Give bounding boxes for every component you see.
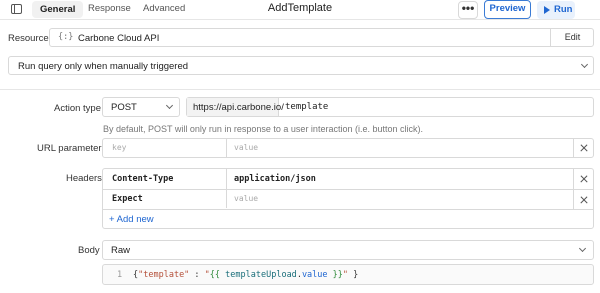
body-code-line: {"template" : "{{ templateUpload.value }… xyxy=(133,270,359,280)
resource-api-icon: {:} xyxy=(58,32,74,42)
trigger-mode-value: Run query only when manually triggered xyxy=(18,61,189,72)
chevron-down-icon xyxy=(580,60,589,69)
body-type-select[interactable]: Raw xyxy=(102,240,594,260)
trigger-mode-select[interactable]: Run query only when manually triggered xyxy=(8,56,594,75)
tab-response[interactable]: Response xyxy=(80,0,139,18)
run-button-label: Run xyxy=(554,4,573,15)
body-label: Body xyxy=(78,245,100,256)
body-code-editor[interactable]: 1 {"template" : "{{ templateUpload.value… xyxy=(102,264,594,285)
add-header-link[interactable]: + Add new xyxy=(109,214,154,225)
url-param-key-input[interactable]: key xyxy=(112,143,126,152)
resource-select[interactable]: {:} Carbone Cloud API Edit xyxy=(49,28,594,47)
chevron-down-icon xyxy=(165,101,174,110)
remove-header-close-icon[interactable] xyxy=(573,169,594,189)
remove-header-close-icon[interactable] xyxy=(573,190,594,209)
base-url-text: https://api.carbone.io/ xyxy=(193,102,284,113)
play-icon xyxy=(544,6,550,14)
headers-table: Content-Type application/json Expect val… xyxy=(102,168,594,229)
method-select[interactable]: POST xyxy=(102,97,180,117)
url-input[interactable]: https://api.carbone.io/ template xyxy=(186,97,594,117)
header-row: Content-Type application/json xyxy=(103,169,593,189)
action-type-label: Action type xyxy=(54,103,101,114)
panel-toggle-icon[interactable] xyxy=(11,4,22,14)
tab-advanced[interactable]: Advanced xyxy=(135,0,193,18)
header-row: Expect value xyxy=(103,190,593,209)
more-options-button[interactable]: ••• xyxy=(458,1,478,19)
url-path-value[interactable]: template xyxy=(285,102,328,112)
tab-general[interactable]: General xyxy=(32,1,84,18)
header-key-input[interactable]: Content-Type xyxy=(112,174,173,184)
header-value-input[interactable]: application/json xyxy=(234,174,316,184)
header-value-input[interactable]: value xyxy=(234,194,258,203)
preview-button[interactable]: Preview xyxy=(484,0,531,19)
method-hint: By default, POST will only run in respon… xyxy=(103,124,423,134)
url-parameters-row: key value xyxy=(102,138,594,158)
header-key-input[interactable]: Expect xyxy=(112,194,143,204)
resource-name: Carbone Cloud API xyxy=(78,33,160,44)
resource-edit-button[interactable]: Edit xyxy=(550,29,594,46)
url-param-value-input[interactable]: value xyxy=(234,143,258,152)
query-toolbar: General Response Advanced AddTemplate ••… xyxy=(0,0,600,20)
headers-label: Headers xyxy=(66,173,102,184)
line-number: 1 xyxy=(117,270,123,280)
remove-url-param-close-icon[interactable] xyxy=(573,139,594,157)
chevron-down-icon xyxy=(578,244,587,253)
url-parameters-label: URL parameters xyxy=(37,143,107,154)
resource-label: Resource xyxy=(8,33,49,44)
base-url-prefix: https://api.carbone.io/ xyxy=(187,98,284,116)
method-value: POST xyxy=(111,102,137,113)
body-type-value: Raw xyxy=(111,245,131,256)
run-button[interactable]: Run xyxy=(537,1,575,19)
section-divider xyxy=(0,89,600,90)
